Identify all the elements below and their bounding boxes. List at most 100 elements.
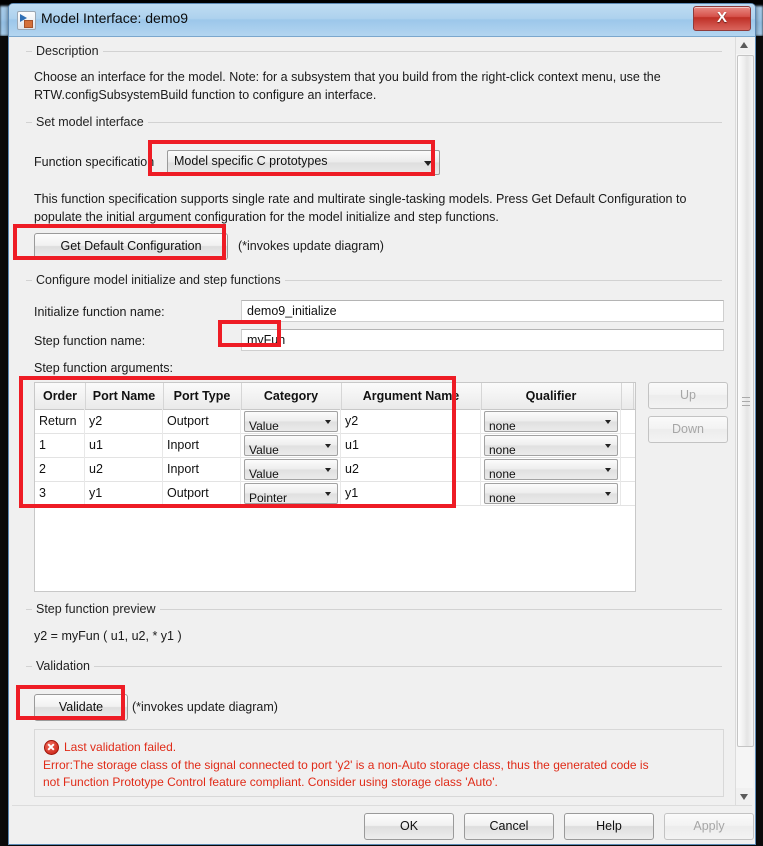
- table-cell-argument-name[interactable]: u1: [341, 433, 481, 457]
- function-specification-value: Model specific C prototypes: [174, 154, 328, 168]
- step-function-name-label: Step function name:: [34, 334, 146, 348]
- table-row[interactable]: Return y2 Outport Value y2 none: [35, 409, 635, 434]
- scrollbar-thumb[interactable]: [737, 55, 754, 747]
- step-function-arguments-label: Step function arguments:: [34, 361, 173, 375]
- table-row[interactable]: 3 y1 Outport Pointer y1 none: [35, 481, 635, 506]
- qualifier-value: none: [489, 467, 516, 481]
- table-column-header[interactable]: Qualifier: [481, 383, 622, 409]
- validate-note: (*invokes update diagram): [132, 700, 278, 714]
- validation-error-line-1: Error:The storage class of the signal co…: [43, 758, 649, 772]
- chevron-down-icon: [424, 160, 432, 166]
- chevron-down-icon: [325, 491, 331, 496]
- chevron-down-icon: [325, 467, 331, 472]
- set-model-interface-group-label: Set model interface: [32, 115, 148, 129]
- validation-group-label: Validation: [32, 659, 94, 673]
- category-value: Value: [249, 467, 279, 481]
- initialize-function-name-input[interactable]: demo9_initialize: [241, 300, 724, 322]
- table-cell-order[interactable]: 1: [35, 433, 85, 457]
- category-dropdown[interactable]: Value: [244, 459, 338, 481]
- table-cell-argument-name[interactable]: y2: [341, 409, 481, 433]
- table-cell-port-type[interactable]: Outport: [163, 409, 241, 433]
- chevron-down-icon: [605, 467, 611, 472]
- dialog-vertical-scrollbar[interactable]: [735, 37, 754, 805]
- table-cell-port-name[interactable]: u2: [85, 457, 163, 481]
- function-spec-help-line-2: populate the initial argument configurat…: [34, 210, 499, 224]
- step-function-arguments-table[interactable]: Order Port Name Port Type Category Argument …: [34, 382, 636, 592]
- function-spec-help-line-1: This function specification supports sin…: [34, 192, 687, 206]
- category-dropdown[interactable]: Value: [244, 435, 338, 457]
- validation-status-title: Last validation failed.: [64, 740, 177, 754]
- qualifier-dropdown[interactable]: none: [484, 459, 618, 481]
- dialog-content: Description Choose an interface for the …: [12, 37, 754, 805]
- table-column-header[interactable]: Argument Name: [341, 383, 482, 409]
- table-cell-port-name[interactable]: u1: [85, 433, 163, 457]
- cancel-button[interactable]: Cancel: [464, 813, 554, 840]
- table-cell-qualifier[interactable]: none: [481, 409, 621, 433]
- cancel-label: Cancel: [489, 819, 529, 833]
- table-cell-port-type[interactable]: Inport: [163, 433, 241, 457]
- table-column-header[interactable]: Port Name: [85, 383, 164, 409]
- apply-label: Apply: [693, 819, 725, 833]
- help-label: Help: [596, 819, 622, 833]
- table-cell-qualifier[interactable]: none: [481, 457, 621, 481]
- table-cell-order[interactable]: Return: [35, 409, 85, 433]
- qualifier-dropdown[interactable]: none: [484, 411, 618, 433]
- apply-button[interactable]: Apply: [664, 813, 754, 840]
- qualifier-dropdown[interactable]: none: [484, 435, 618, 457]
- error-icon: [44, 740, 59, 755]
- validate-label: Validate: [58, 700, 104, 714]
- table-column-header[interactable]: Order: [35, 383, 86, 409]
- function-specification-dropdown[interactable]: Model specific C prototypes: [167, 150, 440, 175]
- table-cell-port-type[interactable]: Outport: [163, 481, 241, 505]
- ok-button[interactable]: OK: [364, 813, 454, 840]
- scroll-down-button[interactable]: [736, 788, 753, 805]
- dialog-titlebar[interactable]: Model Interface: demo9 X: [9, 4, 755, 37]
- move-down-button[interactable]: Down: [648, 416, 728, 443]
- function-specification-label: Function specification: [34, 155, 155, 169]
- table-cell-qualifier[interactable]: none: [481, 433, 621, 457]
- table-row[interactable]: 2 u2 Inport Value u2 none: [35, 457, 635, 482]
- category-value: Value: [249, 419, 279, 433]
- table-cell-argument-name[interactable]: u2: [341, 457, 481, 481]
- table-column-header[interactable]: Port Type: [163, 383, 242, 409]
- table-cell-category[interactable]: Value: [241, 409, 341, 433]
- get-default-configuration-label: Get Default Configuration: [60, 239, 202, 253]
- move-down-label: Down: [672, 422, 704, 436]
- table-cell-order[interactable]: 2: [35, 457, 85, 481]
- table-cell-qualifier[interactable]: none: [481, 481, 621, 505]
- table-cell-argument-name[interactable]: y1: [341, 481, 481, 505]
- table-cell-category[interactable]: Value: [241, 457, 341, 481]
- table-column-header[interactable]: Category: [241, 383, 342, 409]
- dialog-title: Model Interface: demo9: [41, 10, 189, 26]
- initialize-function-name-label: Initialize function name:: [34, 305, 165, 319]
- configure-group-label: Configure model initialize and step func…: [32, 273, 285, 287]
- table-cell-category[interactable]: Pointer: [241, 481, 341, 505]
- step-function-preview-text: y2 = myFun ( u1, u2, * y1 ): [34, 629, 182, 643]
- qualifier-value: none: [489, 443, 516, 457]
- table-cell-order[interactable]: 3: [35, 481, 85, 505]
- table-cell-port-name[interactable]: y1: [85, 481, 163, 505]
- table-cell-port-name[interactable]: y2: [85, 409, 163, 433]
- description-line-1: Choose an interface for the model. Note:…: [34, 70, 661, 84]
- close-button[interactable]: X: [693, 6, 751, 31]
- table-cell-port-type[interactable]: Inport: [163, 457, 241, 481]
- initialize-function-name-value: demo9_initialize: [247, 304, 337, 318]
- validate-button[interactable]: Validate: [34, 694, 128, 721]
- table-row[interactable]: 1 u1 Inport Value u1 none: [35, 433, 635, 458]
- chevron-down-icon: [605, 443, 611, 448]
- help-button[interactable]: Help: [564, 813, 654, 840]
- validation-error-line-2: not Function Prototype Control feature c…: [43, 775, 498, 789]
- step-function-name-input[interactable]: myFun: [241, 329, 724, 351]
- chevron-down-icon: [325, 443, 331, 448]
- simulink-model-icon: [17, 11, 36, 30]
- qualifier-dropdown[interactable]: none: [484, 483, 618, 505]
- table-header-row: Order Port Name Port Type Category Argument …: [35, 383, 635, 410]
- qualifier-value: none: [489, 491, 516, 505]
- table-cell-category[interactable]: Value: [241, 433, 341, 457]
- category-dropdown[interactable]: Value: [244, 411, 338, 433]
- move-up-button[interactable]: Up: [648, 382, 728, 409]
- category-dropdown[interactable]: Pointer: [244, 483, 338, 505]
- get-default-configuration-button[interactable]: Get Default Configuration: [34, 233, 228, 260]
- description-line-2: RTW.configSubsystemBuild function to con…: [34, 88, 377, 102]
- scroll-up-button[interactable]: [736, 37, 753, 54]
